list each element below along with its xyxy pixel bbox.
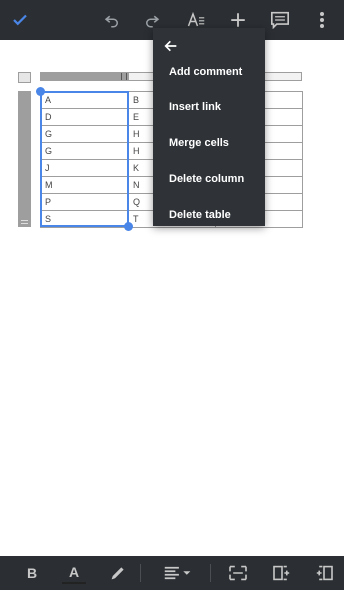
comment-icon[interactable] bbox=[266, 6, 294, 34]
column-selection-outline bbox=[40, 91, 129, 227]
menu-item-merge-cells[interactable]: Merge cells bbox=[169, 137, 229, 149]
menu-item-delete-column[interactable]: Delete column bbox=[169, 173, 244, 185]
toolbar-divider bbox=[210, 564, 211, 582]
menu-item-insert-link[interactable]: Insert link bbox=[169, 101, 221, 113]
insert-column-right-icon[interactable] bbox=[270, 562, 294, 584]
bold-button[interactable]: B bbox=[20, 562, 44, 584]
text-color-button[interactable]: A bbox=[62, 562, 86, 584]
check-icon[interactable] bbox=[6, 6, 34, 34]
highlight-pen-icon[interactable] bbox=[106, 562, 130, 584]
menu-item-add-comment[interactable]: Add comment bbox=[169, 66, 242, 78]
column-ruler-selection bbox=[41, 73, 129, 80]
row-ruler[interactable] bbox=[18, 91, 31, 227]
undo-icon[interactable] bbox=[98, 6, 126, 34]
toolbar-divider bbox=[140, 564, 141, 582]
column-resize-handle[interactable] bbox=[121, 73, 127, 80]
selection-end-handle[interactable] bbox=[124, 222, 133, 231]
row-resize-handle[interactable] bbox=[21, 220, 28, 224]
bottom-format-toolbar: B A bbox=[0, 556, 344, 590]
selection-start-handle[interactable] bbox=[36, 87, 45, 96]
table-context-menu: Add comment Insert link Merge cells Dele… bbox=[153, 28, 265, 226]
align-dropdown-icon[interactable] bbox=[160, 562, 196, 584]
menu-item-delete-table[interactable]: Delete table bbox=[169, 209, 231, 221]
more-vert-icon[interactable] bbox=[308, 6, 336, 34]
insert-column-left-icon[interactable] bbox=[312, 562, 336, 584]
table-select-handle[interactable] bbox=[18, 72, 31, 83]
split-cells-icon[interactable] bbox=[226, 562, 250, 584]
back-arrow-icon[interactable] bbox=[163, 38, 179, 54]
